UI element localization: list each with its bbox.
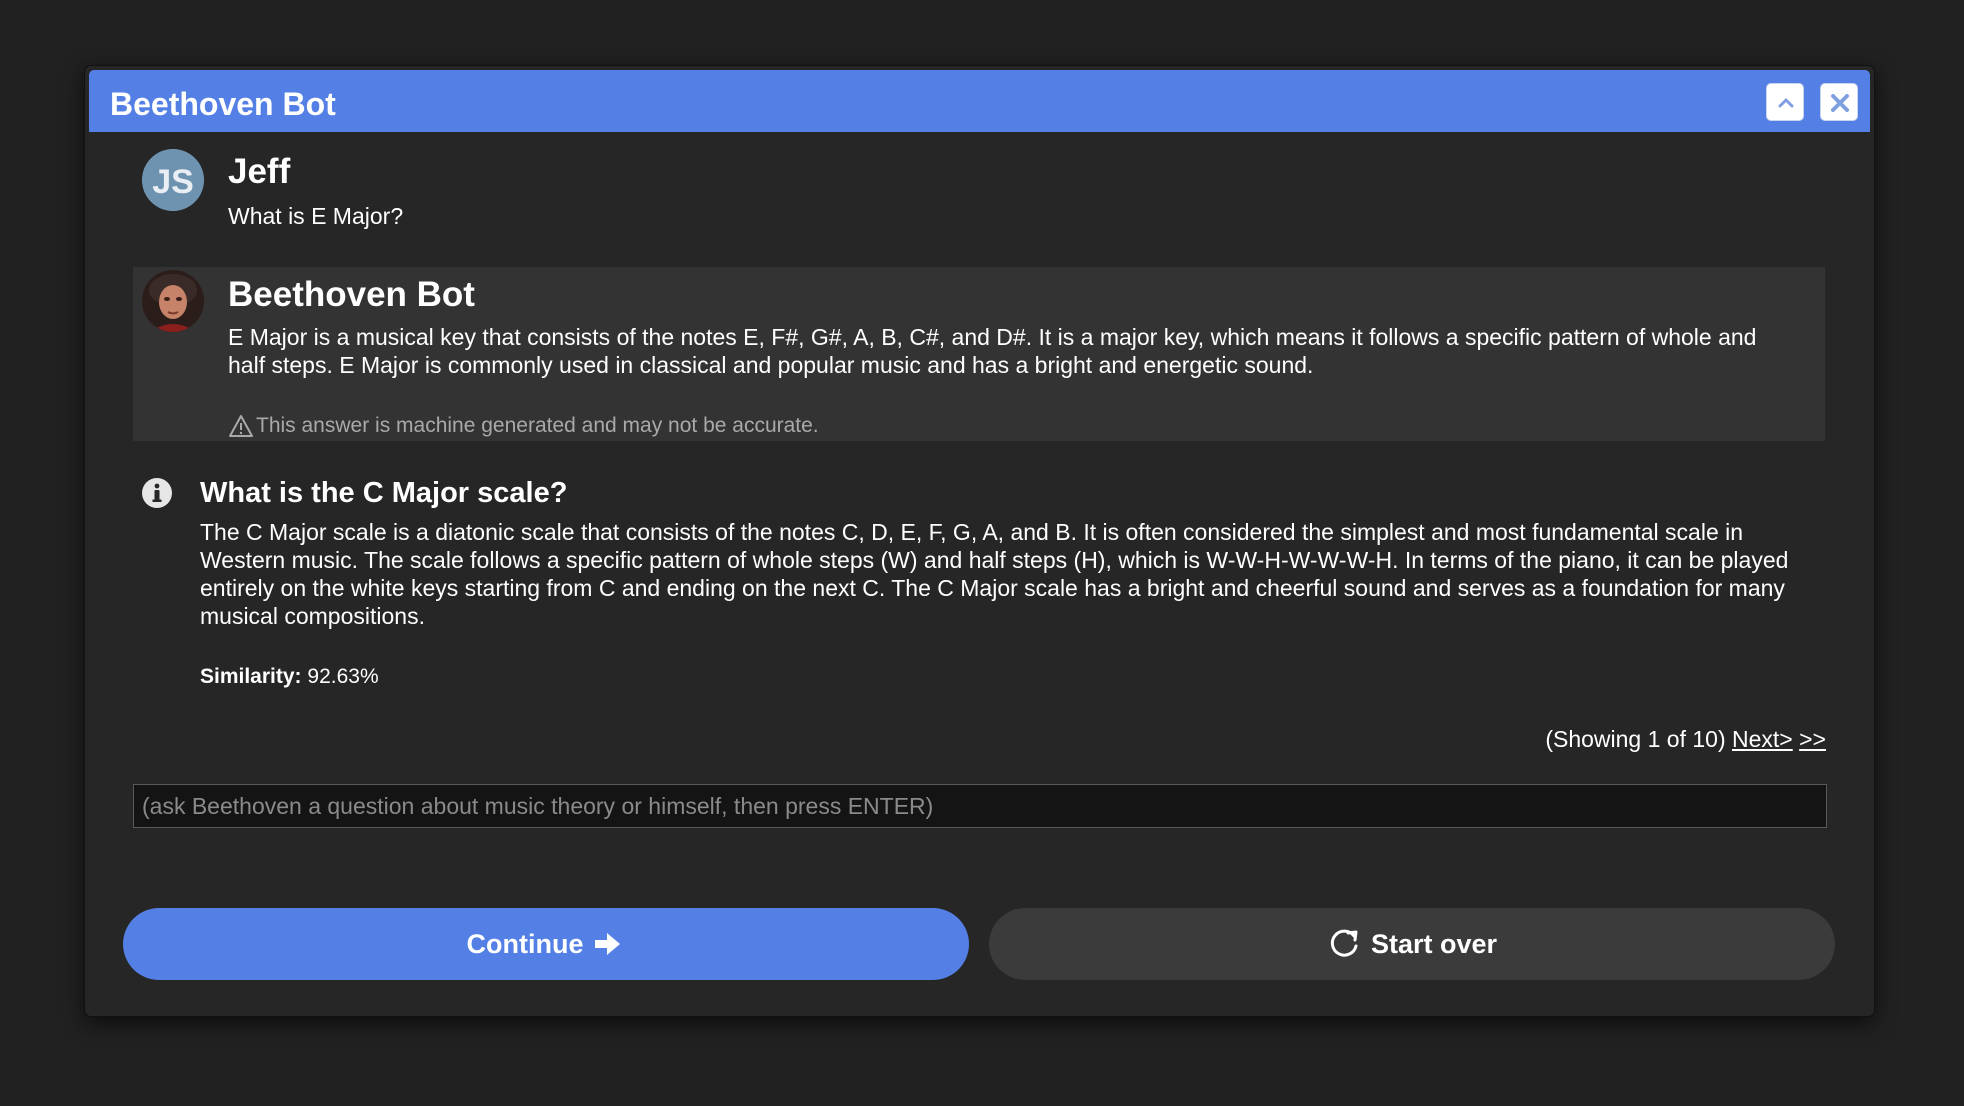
user-name: Jeff	[228, 152, 291, 191]
machine-generated-disclaimer: This answer is machine generated and may…	[228, 413, 819, 439]
chat-dialog: Beethoven Bot JS Jeff What is E Major? B…	[85, 66, 1874, 1016]
window-title: Beethoven Bot	[110, 86, 336, 122]
collapse-button[interactable]	[1766, 83, 1804, 121]
user-avatar-initials: JS	[152, 163, 194, 201]
bot-avatar	[142, 270, 204, 332]
bot-message-text: E Major is a musical key that consists o…	[228, 324, 1757, 378]
disclaimer-text: This answer is machine generated and may…	[256, 414, 819, 437]
title-bar: Beethoven Bot	[89, 70, 1870, 132]
similarity-score: Similarity: 92.63%	[200, 664, 379, 690]
bot-message: Beethoven Bot E Major is a musical key t…	[133, 267, 1825, 441]
warning-icon	[229, 415, 253, 437]
info-icon	[142, 478, 172, 508]
close-button[interactable]	[1820, 83, 1858, 121]
last-link[interactable]: >>	[1799, 726, 1826, 752]
related-question-title: What is the C Major scale?	[200, 477, 568, 509]
pager-status: (Showing 1 of 10)	[1545, 726, 1726, 752]
next-link[interactable]: Next>	[1732, 726, 1793, 752]
close-icon	[1831, 94, 1849, 112]
bot-name: Beethoven Bot	[228, 275, 475, 314]
start-over-button[interactable]: Start over	[989, 908, 1835, 980]
user-avatar: JS	[142, 149, 204, 211]
refresh-icon	[1330, 929, 1358, 957]
similarity-value: 92.63%	[307, 665, 379, 688]
related-answer-text: The C Major scale is a diatonic scale th…	[200, 519, 1789, 629]
start-over-label: Start over	[1370, 928, 1498, 959]
similarity-label: Similarity:	[200, 665, 302, 688]
arrow-right-icon	[595, 933, 621, 955]
chevron-up-icon	[1778, 98, 1794, 108]
user-message-text: What is E Major?	[228, 203, 404, 229]
result-pager: (Showing 1 of 10) Next> >>	[1545, 725, 1826, 753]
continue-label: Continue	[466, 928, 584, 959]
question-input[interactable]	[133, 784, 1827, 828]
continue-button[interactable]: Continue	[123, 908, 969, 980]
